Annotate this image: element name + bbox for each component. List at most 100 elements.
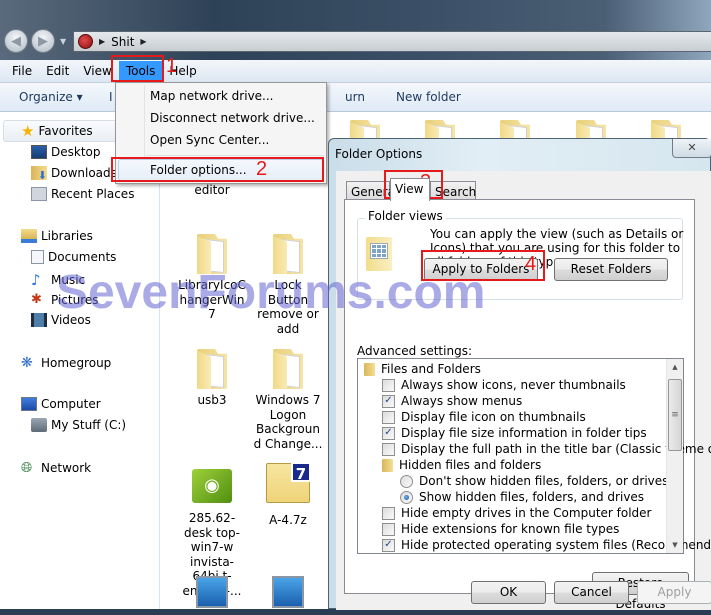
folder-icon bbox=[195, 232, 229, 274]
computer-icon bbox=[21, 397, 37, 411]
annotation-box-folder-options bbox=[111, 157, 324, 182]
organize-button[interactable]: Organize ▾ bbox=[19, 90, 83, 104]
advanced-settings-scrollbar[interactable]: ▲ ≡ ▼ bbox=[666, 359, 683, 553]
7z-archive-icon: 7 bbox=[266, 462, 311, 503]
nav-music[interactable]: ♪ Music bbox=[31, 271, 85, 289]
documents-icon bbox=[31, 250, 44, 264]
scroll-down-icon[interactable]: ▼ bbox=[667, 541, 683, 549]
scroll-up-icon[interactable]: ▲ bbox=[667, 363, 683, 371]
menu-item-disconnect-network-drive[interactable]: Disconnect network drive... bbox=[150, 111, 315, 125]
folder-views-icon bbox=[366, 237, 392, 271]
menu-separator bbox=[146, 155, 324, 156]
nav-libraries[interactable]: Libraries bbox=[21, 229, 93, 243]
forward-arrow-icon: ▶ bbox=[38, 33, 48, 49]
setting-dont-show-hidden[interactable]: Don't show hidden files, folders, or dri… bbox=[400, 473, 668, 489]
checkbox[interactable] bbox=[382, 410, 395, 424]
installer-icon bbox=[272, 576, 304, 608]
window-titlebar: ◀ ▶ ▼ ▶ Shit ▶ bbox=[0, 0, 711, 60]
nav-downloads[interactable]: ⬇ Downloads bbox=[31, 166, 117, 182]
recent-places-icon bbox=[31, 187, 47, 201]
file-item-installer[interactable] bbox=[177, 576, 247, 609]
nav-videos[interactable]: Videos bbox=[31, 313, 91, 327]
checkbox[interactable] bbox=[382, 442, 395, 456]
checkbox[interactable] bbox=[382, 378, 395, 392]
advanced-settings-label: Advanced settings: bbox=[357, 344, 472, 358]
annotation-number-4: 4 bbox=[525, 253, 537, 275]
breadcrumb-arrow-icon[interactable]: ▶ bbox=[140, 37, 146, 46]
dialog-title: Folder Options bbox=[335, 147, 423, 161]
command-bar: Organize ▾ I urn New folder bbox=[0, 82, 711, 112]
desktop-icon bbox=[31, 145, 47, 159]
pictures-icon: ✱ bbox=[31, 292, 42, 307]
breadcrumb-arrow-icon[interactable]: ▶ bbox=[99, 37, 105, 46]
file-item-editor[interactable]: editor bbox=[177, 183, 247, 198]
file-item-libraryicochanger[interactable]: LibraryIcoC hangerWin 7 bbox=[177, 232, 247, 322]
tab-view[interactable]: View bbox=[390, 178, 430, 201]
checkbox[interactable] bbox=[382, 506, 395, 520]
nav-documents[interactable]: Documents bbox=[31, 250, 116, 264]
setting-display-full-path[interactable]: Display the full path in the title bar (… bbox=[382, 441, 711, 457]
checkbox[interactable] bbox=[382, 522, 395, 536]
homegroup-icon: ❋ bbox=[21, 355, 33, 371]
scrollbar-thumb[interactable]: ≡ bbox=[668, 379, 682, 451]
setting-always-show-menus[interactable]: ✓ Always show menus bbox=[382, 393, 522, 409]
tree-group-hidden-files: Hidden files and folders bbox=[382, 457, 541, 473]
downloads-folder-icon: ⬇ bbox=[31, 166, 47, 182]
menu-item-map-network-drive[interactable]: Map network drive... bbox=[150, 89, 274, 103]
drive-icon bbox=[31, 418, 47, 432]
apply-button[interactable]: Apply bbox=[637, 581, 711, 604]
installer-icon bbox=[196, 576, 228, 608]
checkbox-checked[interactable]: ✓ bbox=[382, 538, 395, 552]
star-icon: ★ bbox=[21, 122, 35, 140]
address-bar[interactable]: ▶ Shit ▶ bbox=[73, 31, 711, 52]
file-item-7z-archive[interactable]: 7 A-4.7z bbox=[253, 462, 323, 528]
menu-edit[interactable]: Edit bbox=[39, 61, 76, 81]
file-item-logon-background[interactable]: Windows 7 Logon Backgroun d Change... bbox=[253, 347, 323, 451]
folder-icon bbox=[382, 458, 393, 472]
nav-desktop[interactable]: Desktop bbox=[31, 145, 101, 159]
checkbox-checked[interactable]: ✓ bbox=[382, 394, 395, 408]
close-icon: ✕ bbox=[687, 141, 697, 154]
folder-icon bbox=[195, 347, 229, 389]
annotation-number-1: 1 bbox=[166, 55, 178, 77]
setting-display-file-icon[interactable]: Display file icon on thumbnails bbox=[382, 409, 586, 425]
nav-computer[interactable]: Computer bbox=[21, 397, 101, 411]
forward-button[interactable]: ▶ bbox=[31, 29, 55, 53]
nav-my-stuff-drive[interactable]: My Stuff (C:) bbox=[31, 418, 126, 432]
file-item-installer[interactable] bbox=[253, 576, 323, 609]
dialog-close-button[interactable]: ✕ bbox=[672, 139, 711, 158]
cancel-button[interactable]: Cancel bbox=[554, 581, 629, 604]
advanced-settings-list[interactable]: Files and Folders Always show icons, nev… bbox=[357, 358, 711, 554]
reset-folders-button[interactable]: Reset Folders bbox=[554, 258, 668, 281]
recent-pages-dropdown-icon[interactable]: ▼ bbox=[60, 37, 66, 46]
setting-hide-empty-drives[interactable]: Hide empty drives in the Computer folder bbox=[382, 505, 651, 521]
breadcrumb-item[interactable]: Shit bbox=[111, 35, 134, 49]
music-icon: ♪ bbox=[31, 271, 41, 289]
radio-button[interactable] bbox=[400, 474, 413, 488]
nav-pictures[interactable]: ✱ Pictures bbox=[31, 292, 99, 307]
radio-button-selected[interactable] bbox=[400, 490, 413, 504]
setting-always-show-icons[interactable]: Always show icons, never thumbnails bbox=[382, 377, 626, 393]
nav-favorites[interactable]: ★ Favorites bbox=[21, 122, 93, 140]
nvidia-icon: ◉ bbox=[192, 469, 232, 503]
setting-show-hidden[interactable]: Show hidden files, folders, and drives bbox=[400, 489, 644, 505]
setting-display-file-size[interactable]: ✓ Display file size information in folder… bbox=[382, 425, 647, 441]
ok-button[interactable]: OK bbox=[471, 581, 546, 604]
menu-item-open-sync-center[interactable]: Open Sync Center... bbox=[150, 133, 269, 147]
nav-network[interactable]: 🌐︎ Network bbox=[21, 460, 91, 476]
file-item-lock-button[interactable]: Lock Button remove or add bbox=[253, 232, 323, 336]
folder-icon bbox=[271, 232, 305, 274]
setting-hide-protected-files[interactable]: ✓ Hide protected operating system files (… bbox=[382, 537, 711, 553]
menu-file[interactable]: File bbox=[5, 61, 39, 81]
burn-button[interactable]: urn bbox=[345, 90, 365, 104]
include-in-library-button[interactable]: I bbox=[109, 90, 113, 104]
file-item-usb3[interactable]: usb3 bbox=[177, 347, 247, 408]
nav-recent-places[interactable]: Recent Places bbox=[31, 187, 134, 201]
checkbox-checked[interactable]: ✓ bbox=[382, 426, 395, 440]
new-folder-button[interactable]: New folder bbox=[396, 90, 461, 104]
nav-homegroup[interactable]: ❋ Homegroup bbox=[21, 355, 111, 371]
setting-hide-extensions[interactable]: Hide extensions for known file types bbox=[382, 521, 619, 537]
back-button[interactable]: ◀ bbox=[4, 29, 28, 53]
folder-location-icon bbox=[78, 34, 93, 49]
menu-bar: File Edit View Tools Help bbox=[0, 60, 711, 82]
